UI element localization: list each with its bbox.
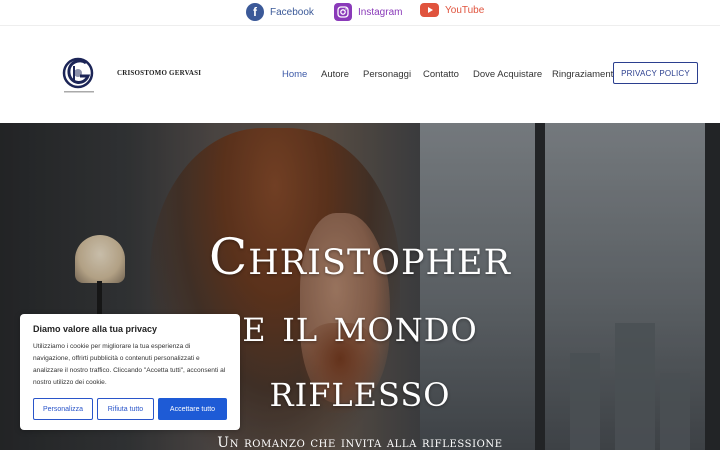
site-header: CRISOSTOMO GERVASI Home Autore Personagg… [0, 26, 720, 123]
social-link-facebook[interactable]: f Facebook [246, 3, 314, 21]
social-label: Facebook [270, 6, 314, 18]
social-label: YouTube [445, 4, 485, 16]
cookie-consent-dialog: Diamo valore alla tua privacy Utilizziam… [20, 314, 240, 430]
hero-subtitle: Un romanzo che invita alla riflessione [217, 435, 503, 451]
nav-autore[interactable]: Autore [321, 69, 349, 80]
nav-dove-acquistare[interactable]: Dove Acquistare [473, 69, 542, 80]
cookie-text: Utilizziamo i cookie per migliorare la t… [33, 343, 226, 386]
social-bar: f Facebook Instagram YouTube [0, 0, 720, 26]
youtube-icon [420, 3, 439, 17]
site-logo[interactable] [60, 54, 98, 96]
social-link-instagram[interactable]: Instagram [334, 3, 402, 21]
social-label: Instagram [358, 6, 403, 18]
nav-personaggi[interactable]: Personaggi [363, 69, 411, 80]
cookie-title: Diamo valore alla tua privacy [33, 324, 158, 334]
nav-ringraziamenti[interactable]: Ringraziamenti [552, 69, 615, 80]
cookie-reject-button[interactable]: Rifiuta tutto [97, 398, 154, 420]
cookie-accept-button[interactable]: Accettare tutto [158, 398, 227, 420]
instagram-icon [334, 3, 352, 21]
nav-home[interactable]: Home [282, 69, 307, 80]
privacy-policy-button[interactable]: PRIVACY POLICY [613, 62, 698, 84]
brand-name[interactable]: CRISOSTOMO GERVASI [117, 69, 201, 77]
cookie-customize-button[interactable]: Personalizza [33, 398, 93, 420]
social-link-youtube[interactable]: YouTube [420, 3, 484, 17]
nav-contatto[interactable]: Contatto [423, 69, 459, 80]
hero-title-line-1: Christopher [209, 228, 511, 286]
cookie-buttons: Personalizza Rifiuta tutto Accettare tut… [33, 398, 227, 420]
facebook-icon: f [246, 3, 264, 21]
